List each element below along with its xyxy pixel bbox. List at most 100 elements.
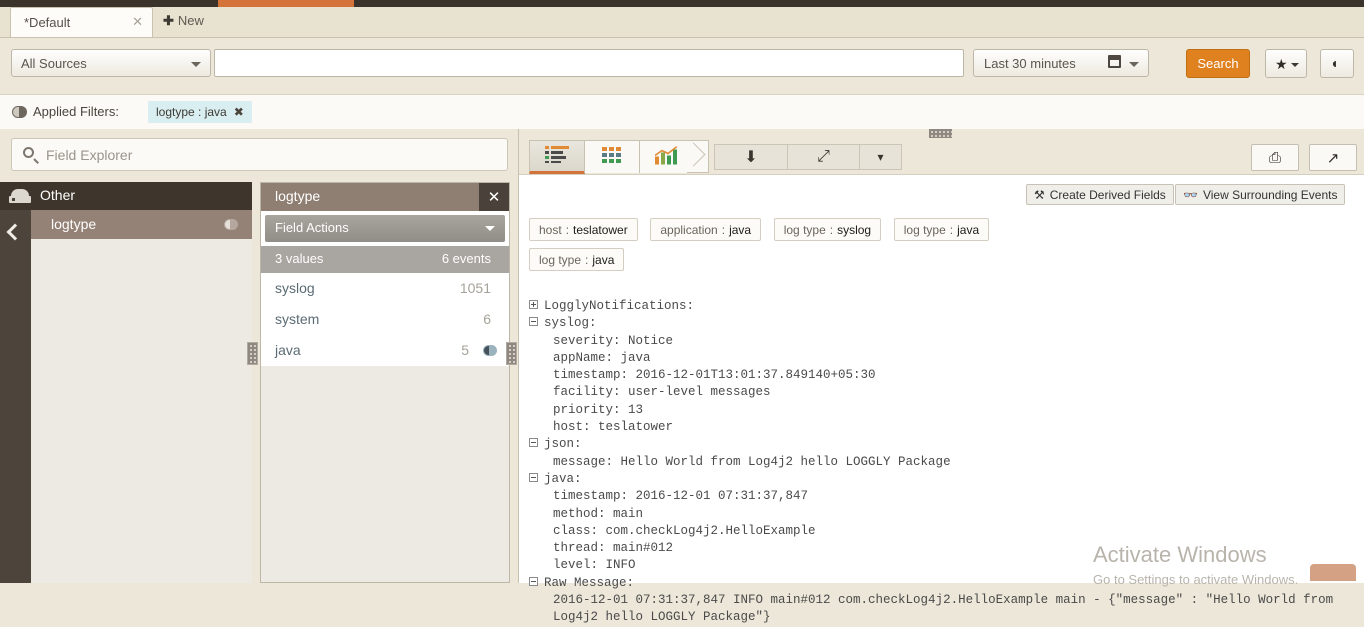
saved-searches-button[interactable]: ★ [1265,49,1307,78]
taskbar-button[interactable] [1310,564,1356,581]
tree-line-text: host: teslatower [553,420,673,434]
collapse-icon[interactable] [529,473,538,482]
applied-filters-bar: Applied Filters: logtype : java ✖ [0,94,1364,129]
close-icon[interactable]: ✖ [234,105,244,119]
alerts-button[interactable]: ◖ [1320,49,1354,78]
close-icon[interactable]: ✕ [132,14,143,30]
event-tree-line: facility: user-level messages [529,384,1359,401]
applied-filters-label: Applied Filters: [33,104,119,119]
plus-icon: ✚ [163,13,174,28]
time-range-label: Last 30 minutes [984,56,1076,71]
chart-view-icon [655,147,679,168]
collapse-icon[interactable] [529,438,538,447]
create-derived-fields-button[interactable]: ⚒ Create Derived Fields [1026,184,1174,205]
chrome-strip-segment [80,0,218,7]
field-item-logtype[interactable]: logtype [31,210,252,239]
field-explorer-placeholder: Field Explorer [46,147,132,163]
view-surrounding-events-button[interactable]: 👓 View Surrounding Events [1175,184,1345,205]
search-toolbar: All Sources ⌄ Last 30 minutes Search ★ ◖ [0,38,1364,90]
event-tag-application[interactable]: application:java [650,218,761,241]
calendar-icon [1108,55,1121,68]
event-tag-logtype-java[interactable]: log type:java [529,248,624,271]
field-values-title: logtype [275,188,320,204]
chevron-left-icon [7,224,24,241]
filter-chip-label: logtype : java [156,105,227,119]
event-tree-line: java: [529,471,1359,488]
view-toolbar: ⬇ ⤢ ▾ ⎙ ↗ [519,140,1364,174]
collapse-sidebar-button[interactable] [0,210,31,583]
event-tree-line: level: INFO [529,557,1359,574]
field-list: logtype [31,210,252,583]
tab-list-view[interactable] [529,140,585,174]
resize-handle-vertical[interactable] [929,129,952,138]
filters-toggle-icon[interactable] [12,106,27,118]
collapse-icon[interactable] [529,577,538,586]
search-button[interactable]: Search [1186,49,1250,78]
filter-chip-logtype[interactable]: logtype : java ✖ [148,101,252,123]
browser-chrome-strip [0,0,1364,7]
field-toggle-icon[interactable] [224,219,238,230]
value-row-syslog[interactable]: syslog 1051 [261,273,509,305]
tag-value: syslog [837,223,871,237]
tag-key: application [660,223,717,237]
field-explorer-search[interactable]: Field Explorer [11,138,508,171]
event-tag-logtype-json[interactable]: log type:java [894,218,989,241]
field-values-header: logtype ✕ [261,183,509,211]
more-options-button[interactable]: ▾ [860,144,902,170]
field-actions-dropdown[interactable]: Field Actions [265,215,505,242]
search-icon [23,147,34,158]
star-icon: ★ [1275,56,1288,73]
tree-line-text: timestamp: 2016-12-01 07:31:37,847 [553,489,808,503]
tree-line-text: json: [544,437,582,451]
tree-line-text: syslog: [544,316,597,330]
search-input[interactable] [214,49,964,77]
chevron-down-icon [1129,62,1139,67]
new-tab-button[interactable]: ✚New [163,13,204,29]
time-range-select[interactable]: Last 30 minutes [973,49,1149,77]
resize-handle-left[interactable] [247,342,258,365]
database-icon [9,189,31,203]
event-tree-line: method: main [529,506,1359,523]
tab-default[interactable]: *Default ✕ [10,7,153,37]
event-tree-line: timestamp: 2016-12-01 07:31:37,847 [529,488,1359,505]
open-external-button[interactable]: ↗ [1309,144,1357,171]
chrome-strip-accent [218,0,354,7]
panel-top-strip [519,129,1364,140]
tab-bar: *Default ✕ ✚New [0,7,1364,38]
tree-line-text: thread: main#012 [553,541,673,555]
resize-handle-right[interactable] [506,342,517,365]
share-event-button[interactable]: ⎙ [1251,144,1299,171]
close-icon[interactable]: ✕ [479,183,509,211]
tree-line-text: method: main [553,507,643,521]
download-button[interactable]: ⬇ [714,144,788,170]
event-tree-line: LogglyNotifications: [529,298,1359,315]
field-list-column: Other logtype [0,182,252,583]
tag-key: log type [904,223,946,237]
tab-default-label: *Default [24,15,70,30]
expand-icon[interactable] [529,300,538,309]
field-item-label: logtype [51,216,96,232]
value-toggle-icon[interactable] [483,345,497,356]
event-tag-logtype-syslog[interactable]: log type:syslog [774,218,881,241]
event-tree-line: priority: 13 [529,402,1359,419]
tag-key: log type [784,223,826,237]
collapse-icon[interactable] [529,317,538,326]
event-tree-line: thread: main#012 [529,540,1359,557]
value-name: syslog [275,280,315,296]
share-icon: ⎙ [1269,149,1281,166]
source-select-label: All Sources [21,56,87,71]
source-group-header: Other [0,182,252,210]
expand-button[interactable]: ⤢ [788,144,860,170]
tree-line-text: appName: java [553,351,651,365]
event-tag-host[interactable]: host:teslatower [529,218,638,241]
value-row-java[interactable]: java 5 [261,335,509,367]
event-tag-row: host:teslatower application:java log typ… [529,218,1364,278]
value-row-system[interactable]: system 6 [261,304,509,336]
tree-line-text: java: [544,472,582,486]
tag-key: log type [539,253,581,267]
tab-grid-view[interactable] [584,140,640,173]
source-select[interactable]: All Sources [11,49,211,77]
tree-line-text: Log4j2 hello LOGGLY Package"} [553,610,771,624]
tag-key: host [539,223,562,237]
event-tree-line: host: teslatower [529,419,1359,436]
